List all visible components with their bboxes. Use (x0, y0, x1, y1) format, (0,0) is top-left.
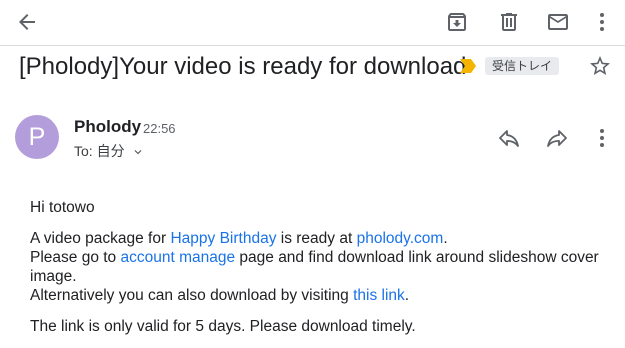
pholody-site-link[interactable]: pholody.com (357, 230, 444, 247)
importance-marker[interactable] (458, 58, 478, 79)
sender-avatar[interactable]: P (15, 115, 59, 159)
email-subject: [Pholody]Your video is ready for downloa… (19, 53, 467, 80)
top-toolbar (0, 0, 625, 44)
download-link[interactable]: this link (353, 287, 405, 304)
account-manage-link[interactable]: account manage (120, 249, 235, 266)
back-button[interactable] (13, 8, 41, 36)
forward-button[interactable] (542, 124, 572, 152)
body-text: . (443, 230, 448, 247)
archive-button[interactable] (443, 8, 471, 36)
body-text: Please go to (30, 249, 121, 266)
greeting: Hi totowo (30, 199, 95, 216)
body-paragraph: A video package for Happy Birthday is re… (30, 229, 615, 305)
body-text: A video package for (30, 230, 171, 247)
mark-unread-button[interactable] (544, 8, 572, 36)
arrow-back-icon (19, 14, 35, 30)
email-body: Hi totowo A video package for Happy Birt… (30, 198, 615, 336)
trash-icon (501, 13, 517, 31)
happy-birthday-link[interactable]: Happy Birthday (170, 230, 276, 247)
archive-icon (448, 13, 466, 31)
recipient-label: To: 自分 (74, 143, 125, 159)
body-text: . (404, 287, 410, 304)
more-vert-icon (600, 13, 604, 31)
mail-icon (548, 14, 568, 30)
star-button[interactable] (588, 54, 612, 83)
message-time: 22:56 (143, 121, 176, 136)
message-more-button[interactable] (590, 124, 614, 152)
reply-button[interactable] (494, 124, 524, 152)
body-text: Alternatively you can also download by v… (30, 287, 354, 304)
sender-name: Pholody (74, 117, 142, 136)
delete-button[interactable] (495, 8, 523, 36)
more-options-button[interactable] (590, 8, 614, 36)
forward-icon (547, 130, 567, 147)
body-text: is ready at (276, 230, 357, 247)
recipient-details-toggle[interactable]: To: 自分 (74, 141, 145, 161)
inbox-label-chip[interactable]: 受信トレイ (485, 57, 560, 75)
reply-icon (499, 130, 519, 147)
validity-note: The link is only valid for 5 days. Pleas… (30, 318, 416, 335)
more-vert-icon (600, 129, 604, 147)
star-outline-icon (590, 56, 610, 75)
importance-icon (460, 59, 476, 73)
chevron-down-icon (134, 150, 142, 155)
